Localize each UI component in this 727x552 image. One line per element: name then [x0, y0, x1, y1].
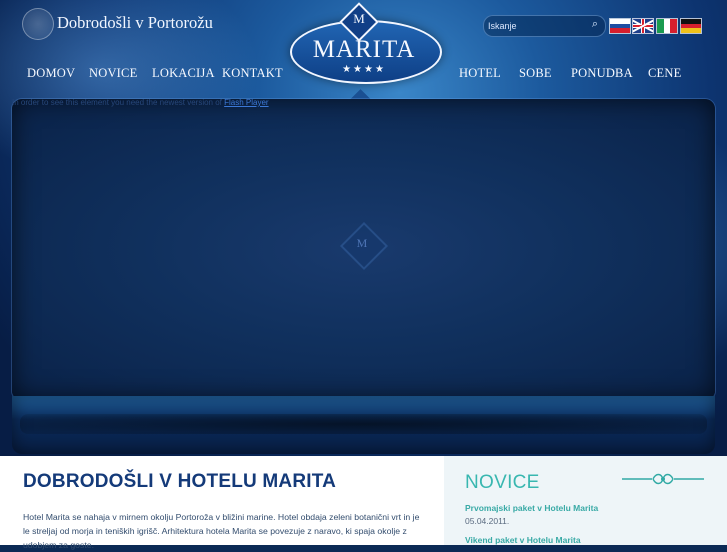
content-area: DOBRODOŠLI V HOTELU MARITA Hotel Marita … — [0, 456, 727, 550]
main-column: DOBRODOŠLI V HOTELU MARITA Hotel Marita … — [0, 456, 444, 550]
ornament-icon — [622, 473, 704, 485]
slovenia-flag-red-band — [610, 28, 630, 33]
germany-flag-gold — [681, 28, 701, 33]
flash-note-prefix: In order to see this element you need th… — [12, 98, 225, 107]
uk-flag-icon[interactable] — [632, 18, 654, 34]
nav-offers[interactable]: PONUDBA — [571, 66, 633, 81]
uk-flag-horizontal-red — [633, 25, 653, 27]
slideshow-lower-band — [12, 396, 715, 454]
logo-stars: ★★★★ — [342, 64, 386, 75]
italy-flag-white — [663, 19, 671, 33]
flash-player-note: In order to see this element you need th… — [12, 98, 269, 107]
flash-player-link[interactable]: Flash Player — [224, 98, 268, 107]
intro-paragraph: Hotel Marita se nahaja v mirnem okolju P… — [23, 512, 420, 550]
news-item-title[interactable]: Prvomajski paket v Hotelu Marita — [465, 503, 598, 513]
nav-contact[interactable]: KONTAKT — [222, 66, 283, 81]
news-item-title[interactable]: Vikend paket v Hotelu Marita — [465, 535, 581, 545]
welcome-text: Dobrodošli v Portorožu — [57, 13, 213, 32]
italy-flag-red — [670, 19, 677, 33]
nav-home[interactable]: DOMOV — [27, 66, 75, 81]
search-box[interactable]: ⌕ — [483, 15, 606, 37]
germany-flag-icon[interactable] — [680, 18, 702, 34]
italy-flag-green — [657, 19, 664, 33]
uk-flag-vertical-red — [642, 19, 644, 33]
nav-rooms[interactable]: SOBE — [519, 66, 552, 81]
nav-location[interactable]: LOKACIJA — [152, 66, 215, 81]
logo-mark-glyph: M — [353, 11, 365, 26]
search-input[interactable] — [488, 18, 582, 34]
nav-prices[interactable]: CENE — [648, 66, 681, 81]
news-item-date: 05.04.2011. — [465, 516, 510, 526]
news-heading: NOVICE — [465, 472, 540, 493]
italy-flag-icon[interactable] — [656, 18, 678, 34]
logo-name: MARITA — [312, 36, 416, 63]
center-logo-glyph: M — [356, 236, 368, 250]
crest-icon — [22, 8, 54, 40]
nav-news[interactable]: NOVICE — [89, 66, 137, 81]
slovenia-flag-icon[interactable] — [609, 18, 631, 34]
news-sidebar: NOVICE Prvomajski paket v Hotelu Marita … — [444, 456, 727, 545]
nav-hotel[interactable]: HOTEL — [459, 66, 501, 81]
search-icon[interactable]: ⌕ — [588, 18, 602, 32]
page-title: DOBRODOŠLI V HOTELU MARITA — [23, 471, 337, 492]
